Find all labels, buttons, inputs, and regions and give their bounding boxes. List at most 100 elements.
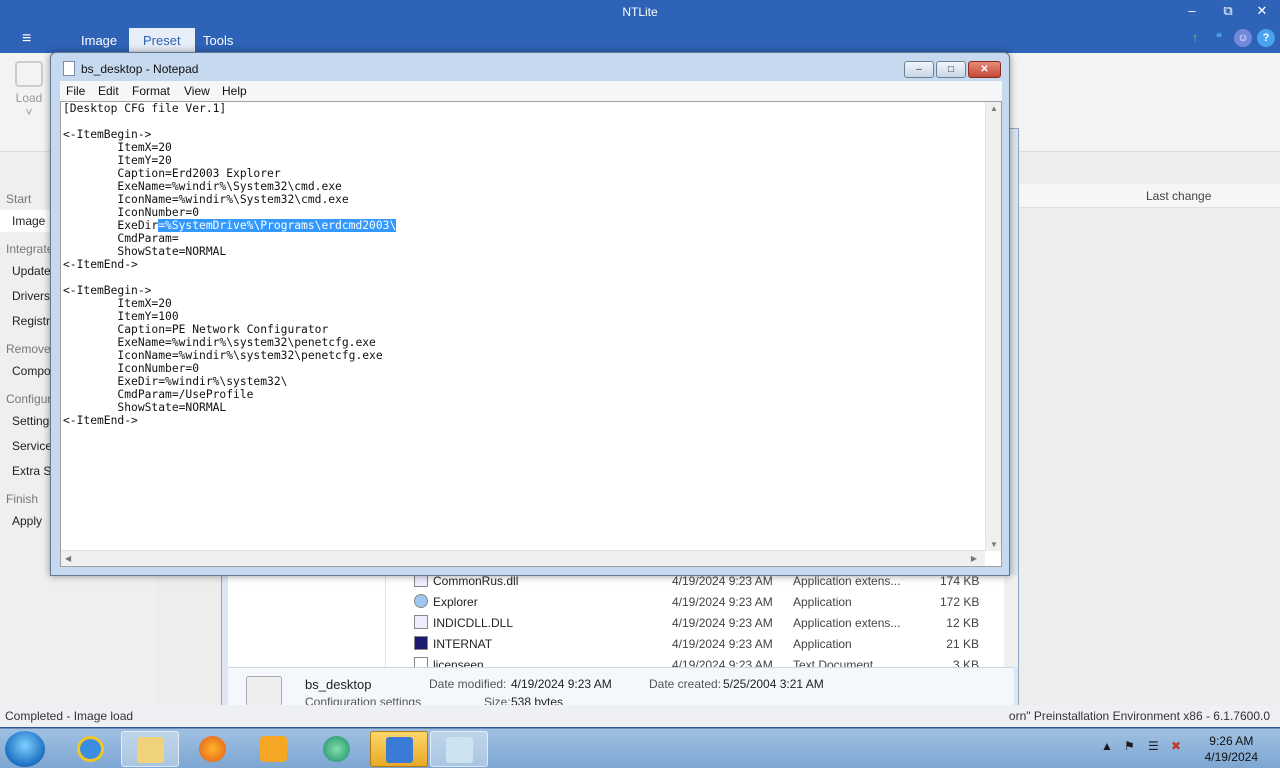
column-header[interactable]: Last change <box>1018 184 1280 208</box>
ntlite-titlebar: NTLite – ⧉ ✕ ≡ Image Preset Tools ↑ ❝ ☺ … <box>0 0 1280 53</box>
sidebar-item-registry[interactable]: Registry <box>12 314 52 328</box>
file-size: 174 KB <box>940 574 980 588</box>
taskbar-firefox[interactable] <box>184 731 242 767</box>
scroll-left-icon[interactable]: ◀ <box>65 554 71 563</box>
taskbar-ntlite[interactable] <box>370 731 428 767</box>
menu-edit[interactable]: Edit <box>98 84 119 98</box>
file-type: Application extens... <box>793 616 901 630</box>
sidebar-section-remove: Remove <box>6 342 51 356</box>
status-left-text: Completed - Image load <box>5 709 134 723</box>
text-file-icon <box>414 657 428 667</box>
volume-muted-icon[interactable]: ✖ <box>1171 739 1181 753</box>
horizontal-scrollbar[interactable]: ◀ ▶ <box>61 550 985 566</box>
file-date: 4/19/2024 9:23 AM <box>672 616 773 630</box>
file-type: Application <box>793 595 852 609</box>
navigation-pane <box>228 575 386 667</box>
text-after-selection: CmdParam= ShowState=NORMAL <-ItemEnd-> <… <box>63 232 383 427</box>
load-button[interactable]: Load ˅ <box>10 61 48 119</box>
file-date: 4/19/2024 9:23 AM <box>672 658 773 667</box>
close-button[interactable]: ✕ <box>1247 3 1277 21</box>
file-date: 4/19/2024 9:23 AM <box>672 574 773 588</box>
notepad-titlebar[interactable]: bs_desktop - Notepad – □ ✕ <box>51 53 1009 83</box>
text-content: [Desktop CFG file Ver.1] <-ItemBegin-> I… <box>63 102 397 427</box>
file-name: CommonRus.dll <box>433 574 519 588</box>
twitter-icon[interactable]: ❝ <box>1210 29 1228 47</box>
file-list-scrollbar[interactable] <box>1004 575 1018 667</box>
system-clock[interactable]: 9:26 AM 4/19/2024 <box>1205 733 1258 765</box>
dll-file-icon <box>414 615 428 629</box>
help-icon[interactable]: ? <box>1257 29 1275 47</box>
action-center-flag-icon[interactable]: ⚑ <box>1124 739 1135 753</box>
file-size: 3 KB <box>952 658 979 667</box>
selected-text: =%SystemDrive%\Programs\erdcmd2003\ <box>158 219 397 232</box>
file-name: Explorer <box>433 595 478 609</box>
sidebar-item-components[interactable]: Components <box>12 364 52 378</box>
status-right-text: orn" Preinstallation Environment x86 - 6… <box>1008 709 1270 723</box>
menu-help[interactable]: Help <box>222 84 247 98</box>
app-title: NTLite <box>622 5 658 19</box>
sidebar-item-image[interactable]: Image <box>0 210 52 232</box>
file-row[interactable]: licenseen 4/19/2024 9:23 AM Text Documen… <box>414 655 1004 667</box>
sidebar-item-settings[interactable]: Settings <box>12 414 52 428</box>
scroll-down-icon[interactable]: ▼ <box>990 540 998 549</box>
file-type: Text Document <box>793 658 874 667</box>
sidebar-section-finish: Finish <box>6 492 39 506</box>
sidebar-section-integrate: Integrate <box>6 242 54 256</box>
discord-icon[interactable]: ☺ <box>1234 29 1252 47</box>
restore-button[interactable]: ⧉ <box>1213 3 1243 21</box>
notepad-text-area[interactable]: [Desktop CFG file Ver.1] <-ItemBegin-> I… <box>60 101 1002 567</box>
file-type: Application <box>793 637 852 651</box>
file-name: INDICDLL.DLL <box>433 616 514 630</box>
sidebar-item-updates[interactable]: Updates <box>12 264 52 278</box>
notepad-window: bs_desktop - Notepad – □ ✕ File Edit For… <box>50 52 1010 576</box>
file-type: Application extens... <box>793 574 901 588</box>
taskbar-app[interactable] <box>308 731 366 767</box>
menu-view[interactable]: View <box>184 84 210 98</box>
application-file-icon <box>414 636 428 650</box>
column-last-change[interactable]: Last change <box>1146 189 1211 203</box>
start-button[interactable] <box>5 731 45 767</box>
details-file-name: bs_desktop <box>305 677 372 692</box>
date-modified-label: Date modified: <box>429 677 507 691</box>
file-date: 4/19/2024 9:23 AM <box>672 637 773 651</box>
tab-tools[interactable]: Tools <box>189 28 247 53</box>
scroll-up-icon[interactable]: ▲ <box>990 104 998 113</box>
file-size: 172 KB <box>940 595 980 609</box>
file-row[interactable]: INDICDLL.DLL 4/19/2024 9:23 AM Applicati… <box>414 613 1004 633</box>
load-dropdown-icon[interactable]: ˅ <box>25 105 32 119</box>
sidebar-section-start: Start <box>6 192 32 206</box>
network-icon[interactable]: ☰ <box>1148 739 1159 753</box>
notepad-close-button[interactable]: ✕ <box>968 61 1001 78</box>
minimize-button[interactable]: – <box>1177 3 1207 21</box>
vertical-scrollbar[interactable]: ▲ ▼ <box>985 102 1001 551</box>
sidebar-item-services[interactable]: Services <box>12 439 52 453</box>
update-arrow-icon[interactable]: ↑ <box>1186 29 1204 47</box>
tab-preset[interactable]: Preset <box>129 28 195 53</box>
tab-image[interactable]: Image <box>67 28 131 53</box>
ntlite-icon <box>386 737 413 763</box>
taskbar-media-player[interactable] <box>245 731 303 767</box>
notepad-minimize-button[interactable]: – <box>904 61 934 78</box>
menu-file[interactable]: File <box>66 84 85 98</box>
sidebar-item-drivers[interactable]: Drivers <box>12 289 52 303</box>
taskbar: ▲ ⚑ ☰ ✖ 9:26 AM 4/19/2024 <box>0 728 1280 768</box>
folder-icon <box>137 737 164 763</box>
notepad-maximize-button[interactable]: □ <box>936 61 966 78</box>
show-hidden-icons[interactable]: ▲ <box>1101 739 1113 753</box>
load-icon <box>15 61 43 87</box>
date-created-label: Date created: <box>649 677 722 691</box>
sidebar-item-extra-services[interactable]: Extra Services <box>12 464 52 478</box>
hamburger-menu-icon[interactable]: ≡ <box>22 30 31 48</box>
scroll-right-icon[interactable]: ▶ <box>971 554 977 563</box>
file-row[interactable]: Explorer 4/19/2024 9:23 AM Application 1… <box>414 592 1004 612</box>
taskbar-explorer[interactable] <box>121 731 179 767</box>
date-modified-value: 4/19/2024 9:23 AM <box>511 677 612 691</box>
taskbar-internet-explorer[interactable] <box>62 731 120 767</box>
taskbar-notepad[interactable] <box>430 731 488 767</box>
file-row[interactable]: INTERNAT 4/19/2024 9:23 AM Application 2… <box>414 634 1004 654</box>
media-player-icon <box>260 736 287 762</box>
file-name: licenseen <box>433 658 484 667</box>
menu-format[interactable]: Format <box>132 84 170 98</box>
sidebar-item-apply[interactable]: Apply <box>12 514 52 528</box>
notepad-taskbar-icon <box>446 737 473 763</box>
